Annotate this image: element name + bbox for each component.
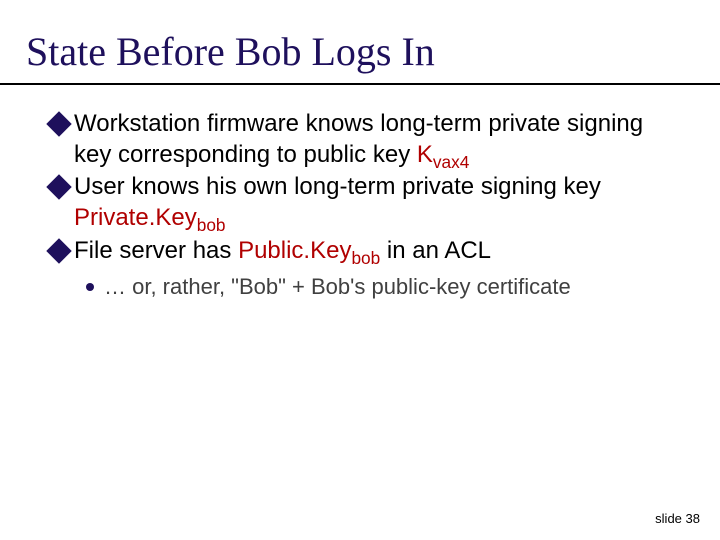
- bullet-3-part1: File server has: [74, 237, 238, 264]
- slide-footer: slide 38: [655, 511, 700, 526]
- bullet-1-text: Workstation firmware knows long-term pri…: [74, 109, 674, 170]
- footer-label: slide: [655, 511, 685, 526]
- footer-number: 38: [686, 511, 700, 526]
- title-rule: [0, 83, 720, 85]
- bullet-2-text: User knows his own long-term private sig…: [74, 172, 674, 233]
- bullet-1-part1: Workstation firmware knows long-term pri…: [74, 110, 643, 168]
- bullet-3-key: Public.Keybob: [238, 237, 380, 264]
- sub-bullet-1: … or, rather, "Bob" + Bob's public-key c…: [86, 273, 674, 302]
- bullet-3-part2: in an ACL: [380, 237, 491, 264]
- slide: State Before Bob Logs In Workstation fir…: [0, 0, 720, 540]
- diamond-icon: [46, 238, 71, 263]
- bullet-3-text: File server has Public.Keybob in an ACL: [74, 236, 491, 267]
- dot-icon: [86, 283, 94, 291]
- bullet-2-key: Private.Keybob: [74, 204, 226, 231]
- slide-title: State Before Bob Logs In: [26, 28, 674, 75]
- bullet-2-key-base: Private.Key: [74, 204, 197, 231]
- diamond-icon: [46, 111, 71, 136]
- bullet-2: User knows his own long-term private sig…: [50, 172, 674, 233]
- bullet-3-key-base: Public.Key: [238, 237, 351, 264]
- sub-bullet-1-text: … or, rather, "Bob" + Bob's public-key c…: [104, 273, 571, 302]
- bullet-3: File server has Public.Keybob in an ACL: [50, 236, 674, 267]
- bullet-3-key-sub: bob: [351, 248, 380, 268]
- bullet-1-key: Kvax4: [417, 141, 470, 168]
- bullet-2-part1: User knows his own long-term private sig…: [74, 173, 601, 200]
- bullet-1-key-sub: vax4: [433, 152, 469, 172]
- bullet-2-key-sub: bob: [197, 215, 226, 235]
- bullet-list: Workstation firmware knows long-term pri…: [50, 109, 674, 301]
- bullet-1: Workstation firmware knows long-term pri…: [50, 109, 674, 170]
- bullet-1-key-base: K: [417, 141, 433, 168]
- diamond-icon: [46, 175, 71, 200]
